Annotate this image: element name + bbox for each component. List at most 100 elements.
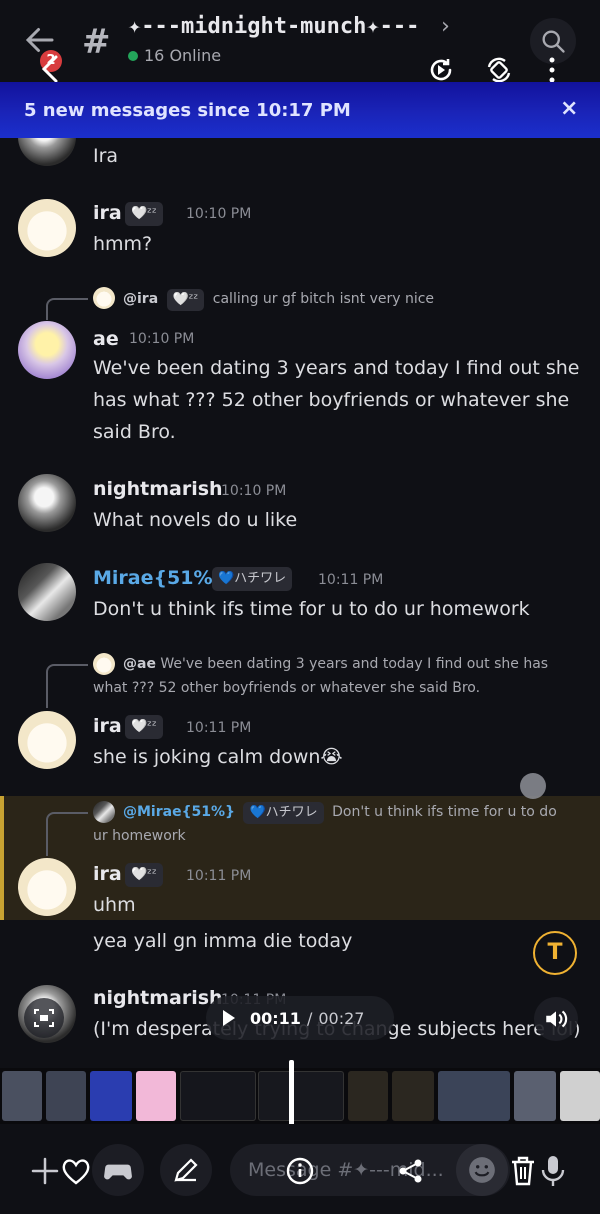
gift-button[interactable] [160,1144,212,1196]
channel-title[interactable]: ✦---midnight-munch✦--- › [128,14,452,39]
floating-assist-ball[interactable] [520,773,546,799]
message-author[interactable]: ira [93,715,122,737]
reply-author: @ira [123,291,159,307]
replay-icon[interactable] [426,55,456,85]
message-time: 10:11 PM [186,720,252,736]
avatar[interactable] [18,563,76,621]
reply-connector [46,812,88,856]
message-list[interactable]: Ira ira 🤍ᶻᶻ 10:10 PM hmm? @ira 🤍ᶻᶻ calli… [0,138,600,1068]
message-composer-bar: Message #✦---mid... [0,1124,600,1214]
reply-author: @Mirae{51%} [123,804,236,820]
online-count: 16 Online [128,46,221,65]
volume-button[interactable] [534,997,578,1041]
search-icon [542,30,565,53]
avatar[interactable] [18,711,76,769]
message-author[interactable]: nightmarish [93,478,223,500]
heart-icon[interactable] [60,1156,92,1186]
message-text: she is joking calm down😭 [93,746,343,768]
rotate-icon[interactable] [484,55,514,85]
more-options-icon[interactable] [545,56,559,84]
reply-preview[interactable]: @ira 🤍ᶻᶻ calling ur gf bitch isnt very n… [123,287,434,311]
avatar[interactable] [18,321,76,379]
close-icon[interactable]: × [560,96,578,121]
channel-hash-icon: # [82,22,111,62]
message-text: hmm? [93,233,153,255]
new-messages-text: 5 new messages since 10:17 PM [24,100,351,121]
reply-text: calling ur gf bitch isnt very nice [212,291,435,307]
apps-button[interactable] [92,1144,144,1196]
chevron-left-icon[interactable] [40,54,60,84]
reply-text: We've been dating 3 years and today I fi… [93,656,549,696]
reply-connector [46,664,88,708]
reply-author: @ae [123,656,156,672]
online-dot-icon [128,50,138,61]
app-header: 2 # ✦---midnight-munch✦--- › 16 Online [0,0,600,85]
reply-connector [46,298,88,320]
user-tag: 🤍ᶻᶻ [125,202,163,226]
thumbnail [90,1071,132,1121]
duration: 00:27 [318,1008,365,1028]
message-text: Don't u think ifs time for u to do ur ho… [93,598,530,620]
plus-icon[interactable] [30,1156,60,1186]
message-author[interactable]: ira [93,863,122,885]
screenshot-icon [34,1009,54,1027]
channel-name: ✦---midnight-munch✦--- [128,14,420,39]
user-tag: 💙ハチワレ [212,567,293,591]
message-time: 10:11 PM [186,868,252,884]
reply-tag: 💙ハチワレ [243,802,324,824]
thumbnail [180,1071,256,1121]
video-filmstrip[interactable] [0,1068,600,1124]
message-time: 10:10 PM [129,331,195,347]
thumbnail [348,1071,388,1121]
message-time: 10:10 PM [186,206,252,222]
message-text: What novels do u like [93,509,298,531]
thumbnail [438,1071,510,1121]
emoji-button[interactable] [456,1144,508,1196]
chevron-right-icon: › [438,14,452,39]
avatar[interactable] [18,138,76,166]
thumbnail [514,1071,556,1121]
message-text: uhm [93,894,136,916]
thumbnail [46,1071,86,1121]
screenshot-button[interactable] [24,998,64,1038]
thumbnail [392,1071,434,1121]
message-text: We've been dating 3 years and today I fi… [93,357,580,443]
text-extract-button[interactable]: T [533,931,577,975]
current-time: 00:11 [250,1008,301,1028]
share-icon[interactable] [396,1156,426,1186]
time-separator: / [306,1008,313,1028]
message-author[interactable]: ae [93,328,119,350]
playhead-handle[interactable] [289,1060,294,1132]
volume-icon [546,1010,568,1028]
avatar[interactable] [18,199,76,257]
reply-preview[interactable]: @ae We've been dating 3 years and today … [93,652,563,700]
microphone-icon[interactable] [540,1154,566,1188]
reply-preview[interactable]: @Mirae{51%} 💙ハチワレ Don't u think ifs time… [93,800,573,848]
thumbnail [136,1071,176,1121]
reply-avatar [93,287,115,309]
play-button[interactable] [206,996,250,1040]
edit-icon [174,1158,198,1182]
video-player-controls[interactable]: 00:11 / 00:27 [206,996,394,1040]
thumbnail [560,1071,600,1121]
trash-icon[interactable] [509,1155,537,1187]
message-author[interactable]: Mirae{51%} [93,567,226,589]
emoji-icon [469,1157,495,1183]
user-tag: 🤍ᶻᶻ [125,715,163,739]
gamepad-icon [104,1164,132,1180]
new-messages-banner[interactable]: 5 new messages since 10:17 PM × [0,82,600,138]
message-author[interactable]: nightmarish [93,987,223,1009]
info-icon[interactable] [285,1156,315,1186]
play-icon [223,1010,235,1026]
message-time: 10:10 PM [221,483,287,499]
thumbnail [258,1071,344,1121]
message-text: yea yall gn imma die today [93,930,353,952]
online-text: 16 Online [144,46,222,65]
message-text: Ira [93,145,119,167]
avatar[interactable] [18,474,76,532]
message-author[interactable]: ira [93,202,122,224]
message-time: 10:11 PM [318,572,384,588]
user-tag: 🤍ᶻᶻ [125,863,163,887]
reply-tag: 🤍ᶻᶻ [166,289,205,311]
avatar[interactable] [18,858,76,916]
